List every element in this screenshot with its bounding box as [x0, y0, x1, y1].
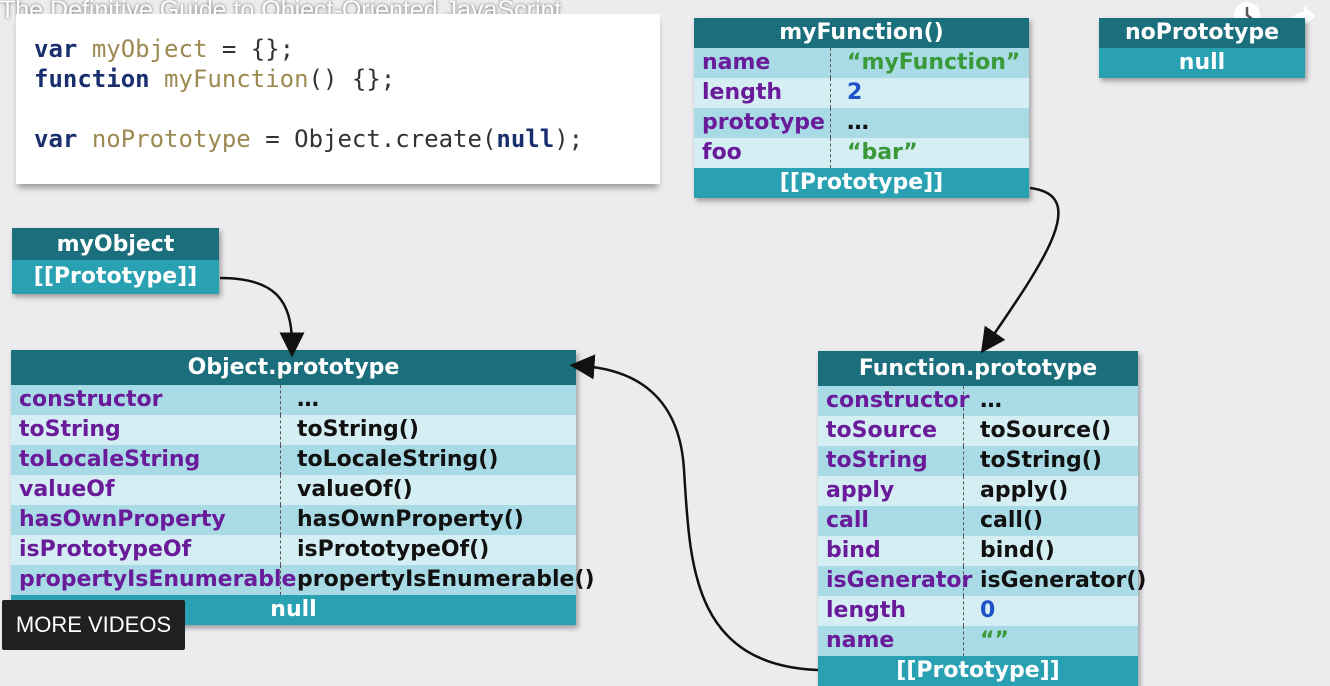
table-row: propertyIsEnumerable propertyIsEnumerable…: [11, 565, 595, 595]
table-row: prototype…: [694, 108, 1029, 138]
noprototype-box: noPrototype null: [1099, 18, 1305, 78]
myfunction-header: myFunction(): [694, 18, 1029, 48]
table-row: toString toString(): [11, 415, 576, 445]
table-row: name “myFunction”: [694, 48, 1029, 78]
code-line-4: var noPrototype = Object.create(null);: [34, 125, 584, 153]
table-row: length 0: [818, 596, 1138, 626]
table-row: foo “bar”: [694, 138, 1029, 168]
table-row: name “”: [818, 626, 1138, 656]
myobject-header: myObject: [12, 228, 219, 260]
table-row: isGenerator isGenerator(): [818, 566, 1146, 596]
more-videos-button[interactable]: MORE VIDEOS: [2, 600, 185, 650]
arrow-myobject-to-object-prototype: [219, 276, 305, 358]
code-line-2: function myFunction() {};: [34, 65, 396, 93]
table-row: bind bind(): [818, 536, 1138, 566]
function-prototype-header: Function.prototype: [818, 351, 1138, 386]
myfunction-box: myFunction() name “myFunction” length 2 pr…: [694, 18, 1029, 198]
table-row: apply apply(): [818, 476, 1138, 506]
table-row: isPrototypeOf isPrototypeOf(): [11, 535, 576, 565]
table-row: valueOf valueOf(): [11, 475, 576, 505]
function-prototype-box: Function.prototype constructor… toSource…: [818, 351, 1146, 686]
table-row: constructor…: [818, 386, 1138, 416]
arrow-myfunction-to-function-prototype: [980, 186, 1060, 354]
table-row: call call(): [818, 506, 1138, 536]
noprototype-header: noPrototype: [1099, 18, 1305, 48]
myfunction-prototype-slot: [[Prototype]]: [694, 168, 1029, 198]
table-row: toLocaleString toLocaleString(): [11, 445, 576, 475]
table-row: hasOwnProperty hasOwnProperty(): [11, 505, 576, 535]
noprototype-value: null: [1099, 48, 1305, 78]
myobject-box: myObject [[Prototype]]: [12, 228, 219, 294]
object-prototype-header: Object.prototype: [11, 350, 576, 385]
function-prototype-slot: [[Prototype]]: [818, 656, 1138, 686]
object-prototype-box: Object.prototype constructor… toString to…: [11, 350, 595, 625]
code-snippet: var myObject = {}; function myFunction()…: [16, 14, 660, 184]
arrow-function-prototype-to-object-prototype: [569, 354, 819, 672]
code-line-1: var myObject = {};: [34, 35, 295, 63]
table-row: toString toString(): [818, 446, 1138, 476]
table-row: length 2: [694, 78, 1029, 108]
table-row: constructor…: [11, 385, 576, 415]
table-row: toSource toSource(): [818, 416, 1138, 446]
myobject-prototype-slot: [[Prototype]]: [12, 260, 219, 294]
